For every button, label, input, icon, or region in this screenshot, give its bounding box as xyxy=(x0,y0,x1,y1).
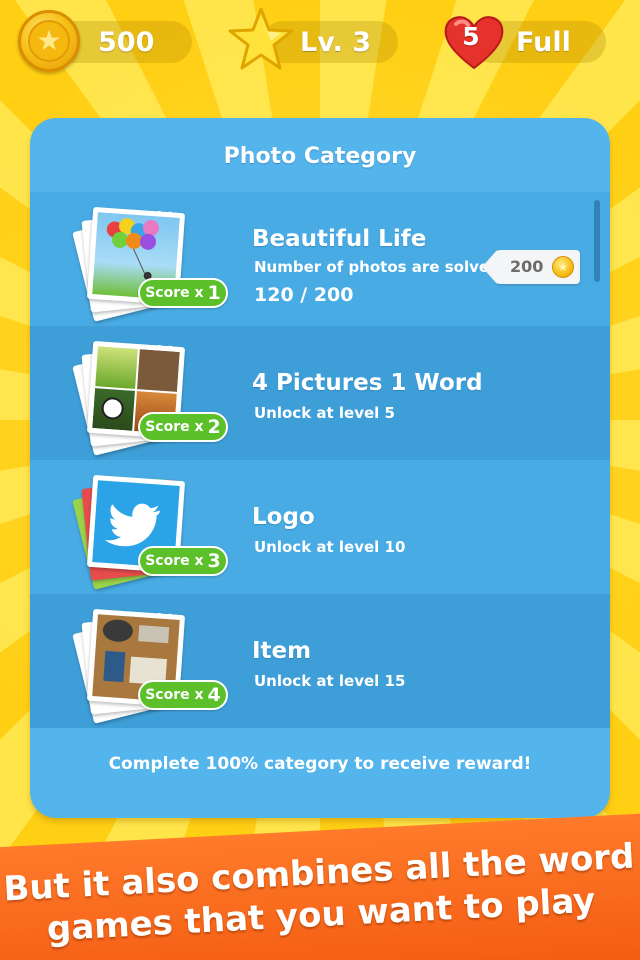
category-row-4-pictures-1-word[interactable]: Score x2 4 Pictures 1 Word Unlock at lev… xyxy=(30,326,610,460)
coin-icon: ★ xyxy=(552,256,574,278)
category-name: Beautiful Life xyxy=(252,226,427,252)
category-unlock-note: Unlock at level 5 xyxy=(254,404,395,422)
score-multiplier-badge: Score x1 xyxy=(138,278,228,308)
category-row-beautiful-life[interactable]: Score x1 Beautiful Life Number of photos… xyxy=(30,192,610,326)
photo-category-panel: Photo Category Score x 1 Beautiful Life … xyxy=(30,118,610,818)
category-row-item[interactable]: Score x4 Item Unlock at level 15 xyxy=(30,594,610,728)
category-list[interactable]: Score x1 Beautiful Life Number of photos… xyxy=(30,192,610,728)
reward-tag: 200 ★ xyxy=(482,250,580,284)
score-multiplier-badge: Score x4 xyxy=(138,680,228,710)
category-row-logo[interactable]: Score x3 Logo Unlock at level 10 xyxy=(30,460,610,594)
category-unlock-note: Unlock at level 10 xyxy=(254,538,406,556)
category-subtitle: Number of photos are solved xyxy=(254,258,500,276)
category-unlock-note: Unlock at level 15 xyxy=(254,672,406,690)
score-multiplier-badge: Score x3 xyxy=(138,546,228,576)
panel-title: Photo Category xyxy=(223,143,417,169)
top-hud: 500 ★ Lv. 3 Full 5 xyxy=(0,0,640,90)
lives-count: 5 xyxy=(462,22,480,51)
reward-footer-note: Complete 100% category to receive reward… xyxy=(108,754,532,774)
coin-icon: ★ xyxy=(18,10,80,72)
category-name: Logo xyxy=(252,504,315,530)
category-name: Item xyxy=(252,638,312,664)
level-value: Lv. 3 xyxy=(300,26,372,58)
category-progress: 120 / 200 xyxy=(254,284,354,306)
list-scrollbar[interactable] xyxy=(594,200,600,282)
lives-status: Full xyxy=(516,26,571,58)
coins-value: 500 xyxy=(98,26,155,58)
star-icon xyxy=(228,7,294,70)
reward-value: 200 xyxy=(510,257,544,276)
category-name: 4 Pictures 1 Word xyxy=(252,370,483,396)
score-multiplier-badge: Score x2 xyxy=(138,412,228,442)
